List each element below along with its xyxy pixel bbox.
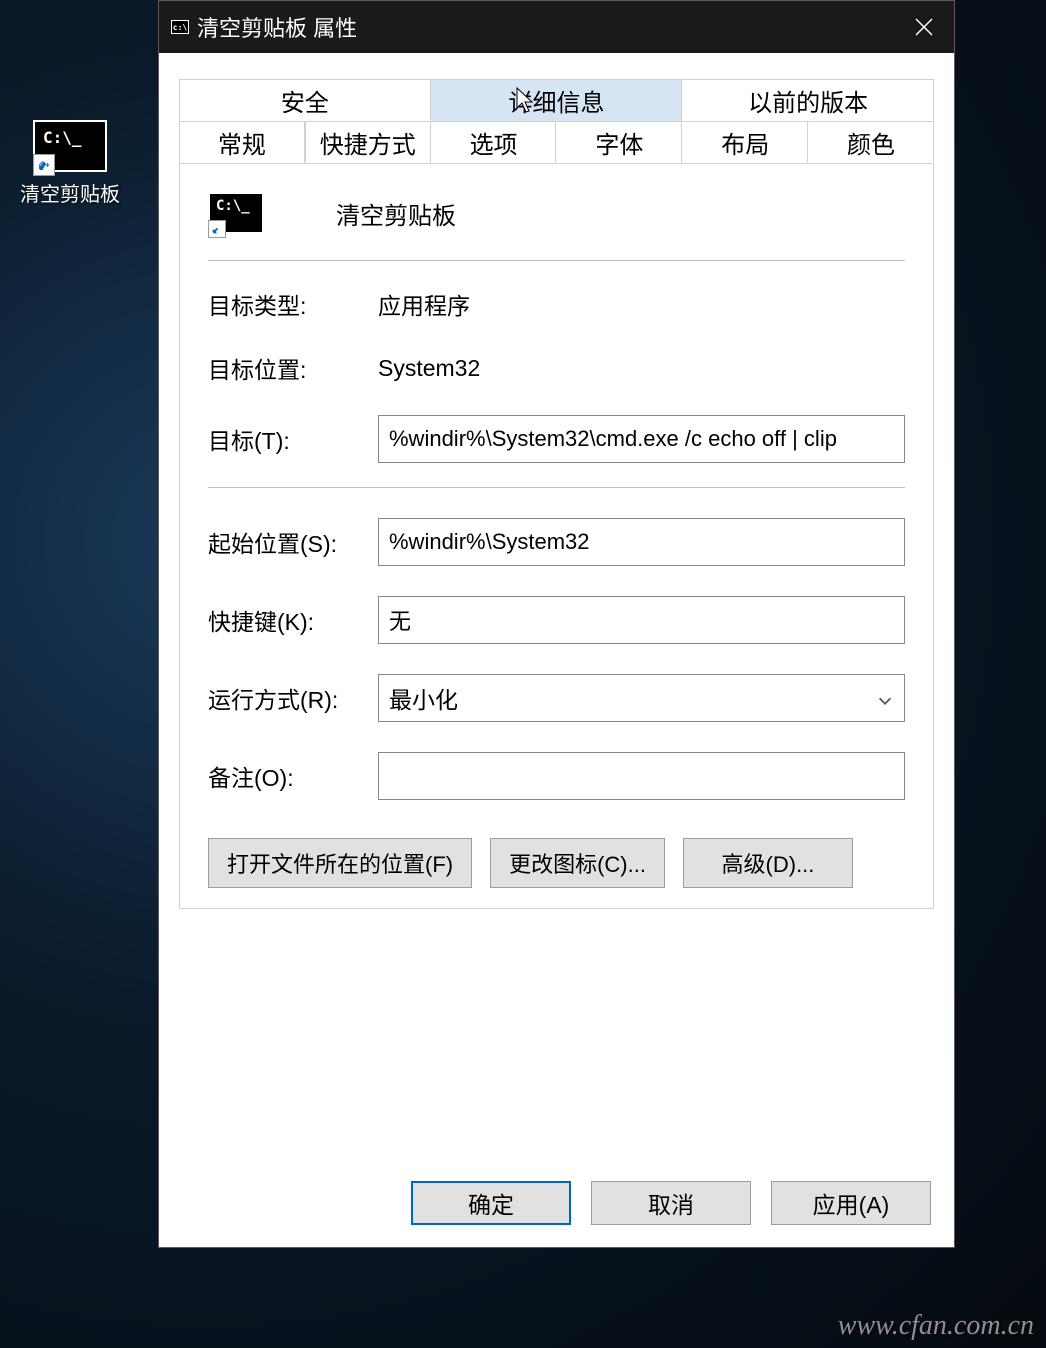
open-file-location-button[interactable]: 打开文件所在的位置(F) xyxy=(208,838,472,888)
divider xyxy=(208,487,905,488)
label-run: 运行方式(R): xyxy=(208,681,378,715)
cmd-icon: C:\_ xyxy=(33,120,107,172)
label-start-in: 起始位置(S): xyxy=(208,525,378,559)
desktop-shortcut-label: 清空剪贴板 xyxy=(20,178,120,207)
label-shortcut-key: 快捷键(K): xyxy=(208,603,378,637)
tab-color[interactable]: 颜色 xyxy=(808,121,934,163)
value-target-type: 应用程序 xyxy=(378,287,470,321)
tab-row-top: 安全 详细信息 以前的版本 xyxy=(179,79,934,121)
input-target[interactable] xyxy=(378,415,905,463)
titlebar-cmd-icon: c:\ xyxy=(171,20,189,34)
row-shortcut-key: 快捷键(K): xyxy=(208,596,905,644)
ok-button[interactable]: 确定 xyxy=(411,1181,571,1225)
label-target: 目标(T): xyxy=(208,422,378,456)
tab-general[interactable]: 常规 xyxy=(179,121,305,163)
select-run-value: 最小化 xyxy=(389,681,458,715)
row-target-type: 目标类型: 应用程序 xyxy=(208,287,905,321)
divider xyxy=(208,260,905,261)
tab-options[interactable]: 选项 xyxy=(431,121,557,163)
tab-layout[interactable]: 布局 xyxy=(682,121,808,163)
tab-previous-versions[interactable]: 以前的版本 xyxy=(682,79,934,121)
watermark: www.cfan.com.cn xyxy=(838,1310,1034,1342)
row-target-location: 目标位置: System32 xyxy=(208,351,905,385)
tabs-area: 安全 详细信息 以前的版本 常规 快捷方式 选项 字体 布局 颜色 C:\_ xyxy=(159,53,954,909)
shortcut-icon-wrap: C:\_ xyxy=(208,192,264,234)
dialog-title: 清空剪贴板 属性 xyxy=(197,11,357,43)
close-button[interactable] xyxy=(894,1,954,53)
dialog-footer: 确定 取消 应用(A) xyxy=(158,1158,955,1248)
action-button-row: 打开文件所在的位置(F) 更改图标(C)... 高级(D)... xyxy=(208,838,905,888)
label-target-location: 目标位置: xyxy=(208,351,378,385)
tab-font[interactable]: 字体 xyxy=(556,121,682,163)
advanced-button[interactable]: 高级(D)... xyxy=(683,838,853,888)
row-target: 目标(T): xyxy=(208,415,905,463)
chevron-down-icon xyxy=(876,689,894,707)
tab-content-shortcut: C:\_ 清空剪贴板 目标类型: 应用程序 目标位置: Syst xyxy=(179,164,934,909)
titlebar[interactable]: c:\ 清空剪贴板 属性 xyxy=(159,1,954,53)
input-shortcut-key[interactable] xyxy=(378,596,905,644)
value-target-location: System32 xyxy=(378,355,480,382)
shortcut-arrow-overlay xyxy=(33,154,55,176)
row-run: 运行方式(R): 最小化 xyxy=(208,674,905,722)
input-start-in[interactable] xyxy=(378,518,905,566)
change-icon-button[interactable]: 更改图标(C)... xyxy=(490,838,665,888)
shortcut-header: C:\_ 清空剪贴板 xyxy=(208,192,905,234)
select-run[interactable]: 最小化 xyxy=(378,674,905,722)
label-comment: 备注(O): xyxy=(208,759,378,793)
tab-row-bottom: 常规 快捷方式 选项 字体 布局 颜色 xyxy=(179,121,934,164)
tab-security[interactable]: 安全 xyxy=(179,79,431,121)
cancel-button[interactable]: 取消 xyxy=(591,1181,751,1225)
properties-dialog: c:\ 清空剪贴板 属性 安全 详细信息 以前的版本 常规 快捷方式 选项 字体… xyxy=(158,0,955,1248)
row-comment: 备注(O): xyxy=(208,752,905,800)
shortcut-arrow-overlay xyxy=(208,220,226,238)
shortcut-name: 清空剪贴板 xyxy=(336,196,456,231)
tab-shortcut[interactable]: 快捷方式 xyxy=(305,121,431,163)
cmd-prompt-text: C:\_ xyxy=(43,128,82,147)
desktop-shortcut[interactable]: C:\_ 清空剪贴板 xyxy=(20,120,120,207)
tab-details[interactable]: 详细信息 xyxy=(431,79,683,121)
close-icon xyxy=(914,17,934,37)
desktop-background: C:\_ 清空剪贴板 c:\ 清空剪贴板 属性 安全 详细信息 以前的版本 常规… xyxy=(0,0,1046,1348)
label-target-type: 目标类型: xyxy=(208,287,378,321)
row-start-in: 起始位置(S): xyxy=(208,518,905,566)
cmd-icon: C:\_ xyxy=(208,192,264,234)
input-comment[interactable] xyxy=(378,752,905,800)
apply-button[interactable]: 应用(A) xyxy=(771,1181,931,1225)
